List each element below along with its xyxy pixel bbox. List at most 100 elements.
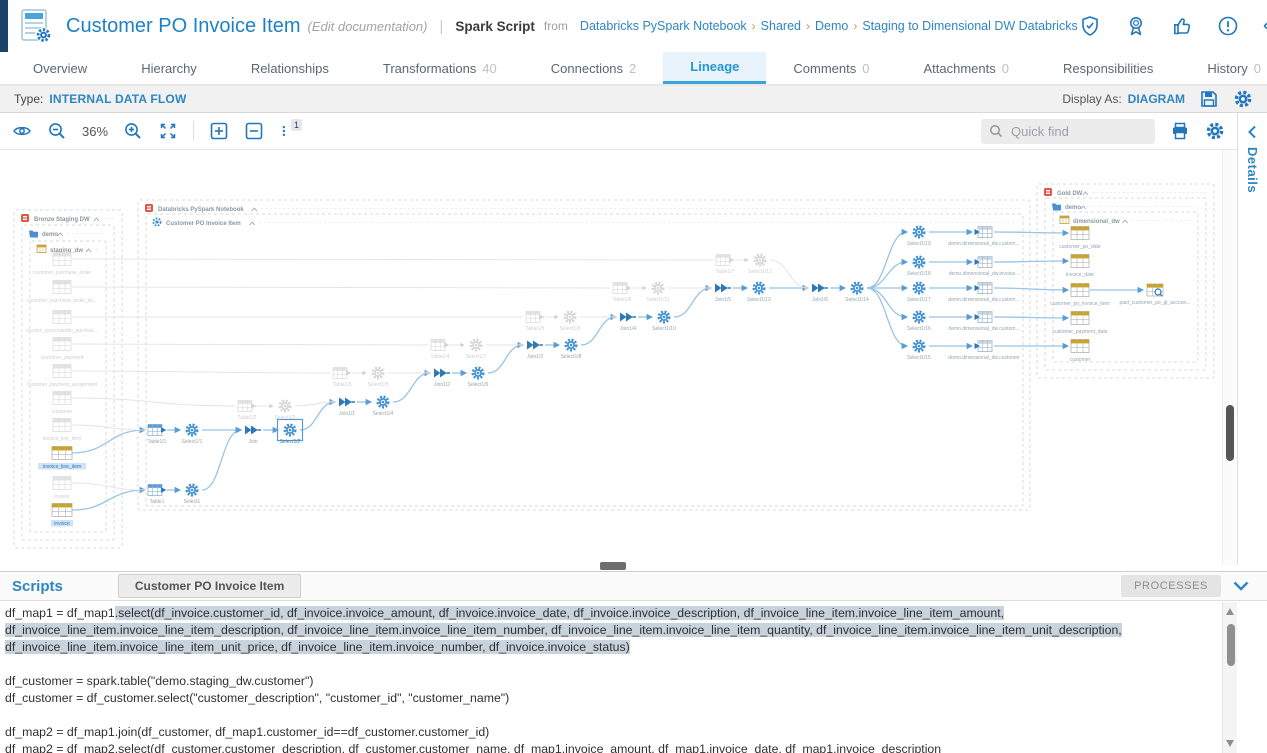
display-as-selector[interactable]: DIAGRAM <box>1128 92 1185 106</box>
chevron-left-icon[interactable] <box>1244 123 1262 141</box>
breadcrumb-link[interactable]: Shared <box>761 19 801 33</box>
diagram-node-g2[interactable]: invoice_date <box>1066 255 1094 279</box>
diagram-node-s119[interactable]: Select1/19 <box>907 227 931 247</box>
code-scrollbar[interactable] <box>1222 602 1237 753</box>
tab-connections[interactable]: Connections2 <box>524 52 664 84</box>
diagram-container-gold[interactable]: Gold DW <box>1037 184 1214 378</box>
breadcrumb-link[interactable]: Databricks PySpark Notebook <box>580 19 747 33</box>
lineage-canvas[interactable]: Bronze Staging DWdemostaging_dwDatabrick… <box>0 150 1222 565</box>
tab-responsibilities[interactable]: Responsibilities <box>1036 52 1180 84</box>
script-code[interactable]: df_map1 = df_map1.select(df_invoice.cust… <box>0 601 1267 753</box>
code-scrollbar-thumb[interactable] <box>1227 624 1235 666</box>
diagram-node-j14[interactable]: Join1/4 <box>620 313 636 333</box>
tab-attachments[interactable]: Attachments0 <box>897 52 1037 84</box>
diagram-node-st3[interactable]: invoice_associatedto_purchas... <box>26 311 97 335</box>
diagram-node-s14[interactable]: Select1/4 <box>373 397 394 417</box>
tab-overview[interactable]: Overview <box>6 52 114 84</box>
diagram-node-t15[interactable]: Table1/5 <box>526 312 545 333</box>
splitter-handle[interactable] <box>600 562 626 570</box>
diagram-container-script[interactable]: Customer PO Invoice Item <box>146 214 1023 506</box>
diagram-node-t17[interactable]: Table1/7 <box>716 255 735 276</box>
diagram-node-o4[interactable]: demo.dimensional_dw.custom... <box>948 312 1019 333</box>
diagram-node-s11[interactable]: Select1/1 <box>182 425 203 445</box>
diagram-node-s117[interactable]: Select1/17 <box>907 283 931 303</box>
diagram-node-s115[interactable]: Select1/15 <box>907 341 931 361</box>
diagram-node-st10[interactable]: invoice <box>51 504 73 528</box>
tab-hierarchy[interactable]: Hierarchy <box>114 52 224 84</box>
diagram-node-j15[interactable]: Join1/5 <box>715 284 731 304</box>
diagram-node-jn[interactable]: Join <box>245 426 261 446</box>
print-icon[interactable] <box>1170 121 1190 141</box>
diagram-node-s15[interactable]: Select1/5 <box>368 368 389 388</box>
diagram-node-st6[interactable]: customer <box>52 392 73 416</box>
diagram-scrollbar-thumb[interactable] <box>1226 405 1234 461</box>
scroll-up-arrow[interactable] <box>1226 608 1234 615</box>
diagram-node-st8[interactable]: invoice_line_item <box>38 447 86 471</box>
tab-comments[interactable]: Comments0 <box>766 52 896 84</box>
quick-find-input[interactable] <box>1009 123 1123 140</box>
details-panel-collapsed[interactable]: Details <box>1237 113 1267 565</box>
diagram-node-st4[interactable]: customer_payment <box>41 338 84 362</box>
diagram-node-g1[interactable]: customer_po_date <box>1059 227 1101 251</box>
watch-icon[interactable] <box>1262 14 1267 38</box>
diagram-scrollbar[interactable] <box>1222 150 1236 565</box>
diagram-node-s17[interactable]: Select1/7 <box>466 340 487 360</box>
processes-button[interactable]: PROCESSES <box>1121 575 1221 597</box>
diagram-node-st7[interactable]: invoice_line_item <box>43 419 81 443</box>
diagram-node-s18[interactable]: Select1/8 <box>561 340 582 360</box>
scroll-down-arrow[interactable] <box>1226 740 1234 747</box>
diagram-node-t12[interactable]: Table1/2 <box>238 401 257 422</box>
script-tab-customer-po-invoice-item[interactable]: Customer PO Invoice Item <box>118 574 301 598</box>
save-icon[interactable] <box>1199 89 1219 109</box>
lineage-settings-icon[interactable] <box>1233 89 1253 109</box>
diagram-node-s110[interactable]: Select1/10 <box>652 312 676 332</box>
diagram-node-g4[interactable]: customer_payment_date <box>1052 312 1107 336</box>
edit-documentation-link[interactable]: (Edit documentation) <box>308 19 428 34</box>
diagram-node-st9[interactable]: invoice <box>53 477 71 501</box>
diagram-node-j13[interactable]: Join1/3 <box>527 341 543 361</box>
diagram-node-o1[interactable]: demo.dimensional_dw.custom... <box>948 227 1019 248</box>
tab-transformations[interactable]: Transformations40 <box>356 52 524 84</box>
diagram-node-st1[interactable]: customer_purchase_order <box>33 253 92 277</box>
certification-icon[interactable] <box>1124 14 1148 38</box>
diagram-node-g3[interactable]: customer_po_invoice_item <box>1050 284 1109 308</box>
chevron-down-icon[interactable] <box>1231 576 1251 596</box>
diagram-node-s113[interactable]: Select1/13 <box>748 255 772 275</box>
diagram-node-j11[interactable]: Join1/1 <box>339 398 355 418</box>
diagram-node-s116[interactable]: Select1/16 <box>907 312 931 332</box>
breadcrumb-link[interactable]: Staging to Dimensional DW Databricks <box>862 19 1077 33</box>
diagram-node-st5[interactable]: customer_payment_assignment <box>27 365 98 389</box>
fit-to-screen-icon[interactable] <box>158 121 178 141</box>
thumbs-up-icon[interactable] <box>1170 14 1194 38</box>
diagram-node-st2[interactable]: customer_purchase_order_lin... <box>27 281 97 305</box>
diagram-node-g5[interactable]: customer <box>1070 340 1091 364</box>
tab-relationships[interactable]: Relationships <box>224 52 356 84</box>
collapse-all-icon[interactable] <box>244 121 264 141</box>
shield-check-icon[interactable] <box>1078 14 1102 38</box>
diagram-node-s114[interactable]: Select1/14 <box>845 283 869 303</box>
diagram-container-notebook[interactable]: Databricks PySpark Notebook <box>138 200 1030 510</box>
diagram-node-s12[interactable]: Select1/2 <box>278 420 303 446</box>
diagram-node-o2[interactable]: demo.dimensional_dw.invoice... <box>949 257 1020 278</box>
diagram-node-s118[interactable]: Select1/18 <box>907 257 931 277</box>
diagram-node-o3[interactable]: demo.dimensional_dw.custom... <box>948 283 1019 304</box>
expand-all-icon[interactable] <box>209 121 229 141</box>
alert-icon[interactable] <box>1216 14 1240 38</box>
diagram-node-t16[interactable]: Table1/6 <box>613 283 632 304</box>
zoom-in-icon[interactable] <box>123 121 143 141</box>
diagram-node-o5[interactable]: demo.dimensional_dw.customer <box>948 341 1020 362</box>
diagram-node-s19[interactable]: Select1/9 <box>560 312 581 332</box>
diagram-node-s13[interactable]: Select1/3 <box>275 401 296 421</box>
collapsed-sidebar-sliver[interactable] <box>0 0 8 52</box>
breadcrumb-link[interactable]: Demo <box>815 19 848 33</box>
diagram-node-t13[interactable]: Table1/3 <box>333 368 352 389</box>
diagram-node-gv[interactable]: paid_customer_po_gl_accoun... <box>1120 284 1191 306</box>
tab-history[interactable]: History0 <box>1180 52 1267 84</box>
diagram-node-s1[interactable]: Select1 <box>184 485 201 505</box>
diagram-node-s112[interactable]: Select1/12 <box>747 283 771 303</box>
zoom-out-icon[interactable] <box>47 121 67 141</box>
diagram-node-s16[interactable]: Select1/6 <box>468 368 489 388</box>
diagram-node-t11[interactable]: Table1/1 <box>148 425 167 446</box>
toolbar-overflow[interactable]: 1 <box>279 121 305 141</box>
diagram-node-j12[interactable]: Join1/2 <box>434 369 450 389</box>
